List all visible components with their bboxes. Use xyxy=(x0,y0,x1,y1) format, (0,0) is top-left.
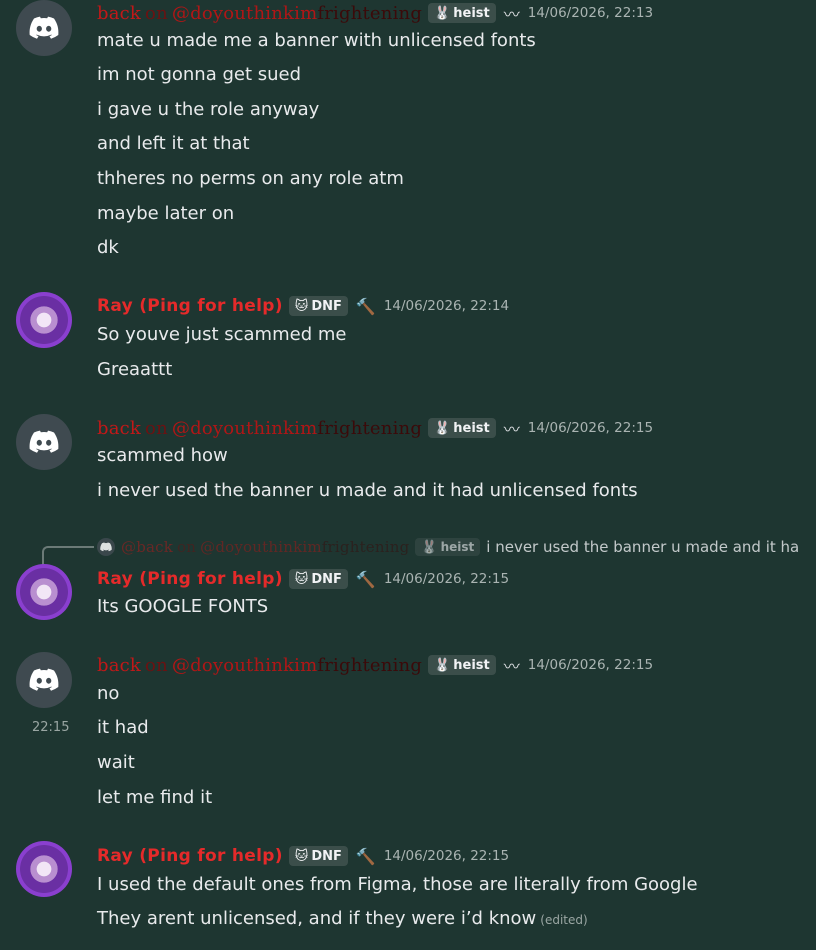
message-line: scammed how xyxy=(97,445,228,466)
message-header: Ray (Ping for help) 🐱 DNF 🔨 14/06/2026, 2… xyxy=(97,567,509,591)
username-back[interactable]: back on @doyouthinkimfrightening xyxy=(97,3,422,24)
message-header: back on @doyouthinkimfrightening 🐰 heist 〰 … xyxy=(97,1,653,25)
message-line: im not gonna get sued xyxy=(97,64,302,85)
avatar[interactable] xyxy=(16,841,72,897)
role-badge-icon: 〰 xyxy=(503,657,520,676)
server-tag: 🐰 heist xyxy=(415,538,481,556)
timestamp: 14/06/2026, 22:15 xyxy=(527,420,654,436)
timestamp: 14/06/2026, 22:13 xyxy=(527,5,654,21)
message-header: Ray (Ping for help) 🐱 DNF 🔨 14/06/2026, 2… xyxy=(97,294,509,318)
message-line: wait xyxy=(97,752,135,773)
rabbit-icon: 🐰 xyxy=(434,657,451,673)
message-line: maybe later on xyxy=(97,203,235,224)
cat-icon: 🐱 xyxy=(294,848,309,864)
message-line: no xyxy=(97,683,120,704)
server-tag[interactable]: 🐰 heist xyxy=(428,3,496,23)
username-ray[interactable]: Ray (Ping for help) xyxy=(97,846,283,866)
message-line: i gave u the role anyway xyxy=(97,99,320,120)
gavel-icon: 🔨 xyxy=(355,296,376,316)
message-line: Its GOOGLE FONTS xyxy=(97,596,269,617)
message-line: dk xyxy=(97,237,119,258)
edited-label: (edited) xyxy=(540,913,588,927)
timestamp: 14/06/2026, 22:15 xyxy=(383,571,510,587)
message-line: I used the default ones from Figma, thos… xyxy=(97,874,698,895)
message-line: i never used the banner u made and it ha… xyxy=(97,480,638,501)
username-back[interactable]: back on @doyouthinkimfrightening xyxy=(97,655,422,676)
avatar[interactable] xyxy=(16,564,72,620)
server-tag[interactable]: 🐱 DNF xyxy=(288,569,348,589)
message-line: it had xyxy=(97,717,149,738)
username-ray[interactable]: Ray (Ping for help) xyxy=(97,296,283,316)
reply-connector xyxy=(42,546,94,566)
gavel-icon: 🔨 xyxy=(355,569,376,589)
message-line: Greaattt xyxy=(97,359,173,380)
cat-icon: 🐱 xyxy=(294,298,309,314)
reply-preview[interactable]: @back on @doyouthinkimfrightening 🐰 heist i… xyxy=(97,536,799,558)
reply-username[interactable]: @back on @doyouthinkimfrightening xyxy=(121,538,409,556)
discord-logo-icon xyxy=(100,542,112,552)
reply-avatar xyxy=(97,538,115,556)
username-ray[interactable]: Ray (Ping for help) xyxy=(97,569,283,589)
avatar[interactable] xyxy=(16,0,72,56)
avatar[interactable] xyxy=(16,292,72,348)
cat-icon: 🐱 xyxy=(294,571,309,587)
avatar[interactable] xyxy=(16,414,72,470)
avatar[interactable] xyxy=(16,652,72,708)
discord-logo-icon xyxy=(29,430,59,453)
timestamp: 14/06/2026, 22:15 xyxy=(527,657,654,673)
message-line: and left it at that xyxy=(97,133,250,154)
role-badge-icon: 〰 xyxy=(503,5,520,24)
message-header: Ray (Ping for help) 🐱 DNF 🔨 14/06/2026, 2… xyxy=(97,844,509,868)
reply-text: i never used the banner u made and it ha xyxy=(486,538,800,556)
rabbit-icon: 🐰 xyxy=(421,539,438,555)
hover-timestamp: 22:15 xyxy=(32,720,70,735)
chat-messages: back on @doyouthinkimfrightening 🐰 heist 〰 … xyxy=(0,0,816,950)
discord-logo-icon xyxy=(29,16,59,39)
discord-logo-icon xyxy=(29,668,59,691)
server-tag[interactable]: 🐰 heist xyxy=(428,418,496,438)
server-tag[interactable]: 🐰 heist xyxy=(428,655,496,675)
server-tag[interactable]: 🐱 DNF xyxy=(288,296,348,316)
timestamp: 14/06/2026, 22:14 xyxy=(383,298,510,314)
message-header: back on @doyouthinkimfrightening 🐰 heist 〰 … xyxy=(97,653,653,677)
username-back[interactable]: back on @doyouthinkimfrightening xyxy=(97,418,422,439)
server-tag[interactable]: 🐱 DNF xyxy=(288,846,348,866)
message-line: They arent unlicensed, and if they were … xyxy=(97,908,588,929)
rabbit-icon: 🐰 xyxy=(434,420,451,436)
message-line: let me find it xyxy=(97,787,213,808)
message-header: back on @doyouthinkimfrightening 🐰 heist 〰 … xyxy=(97,416,653,440)
timestamp: 14/06/2026, 22:15 xyxy=(383,848,510,864)
role-badge-icon: 〰 xyxy=(503,420,520,439)
rabbit-icon: 🐰 xyxy=(434,5,451,21)
gavel-icon: 🔨 xyxy=(355,846,376,866)
message-line: thheres no perms on any role atm xyxy=(97,168,404,189)
message-line: mate u made me a banner with unlicensed … xyxy=(97,30,536,51)
message-line: So youve just scammed me xyxy=(97,324,347,345)
